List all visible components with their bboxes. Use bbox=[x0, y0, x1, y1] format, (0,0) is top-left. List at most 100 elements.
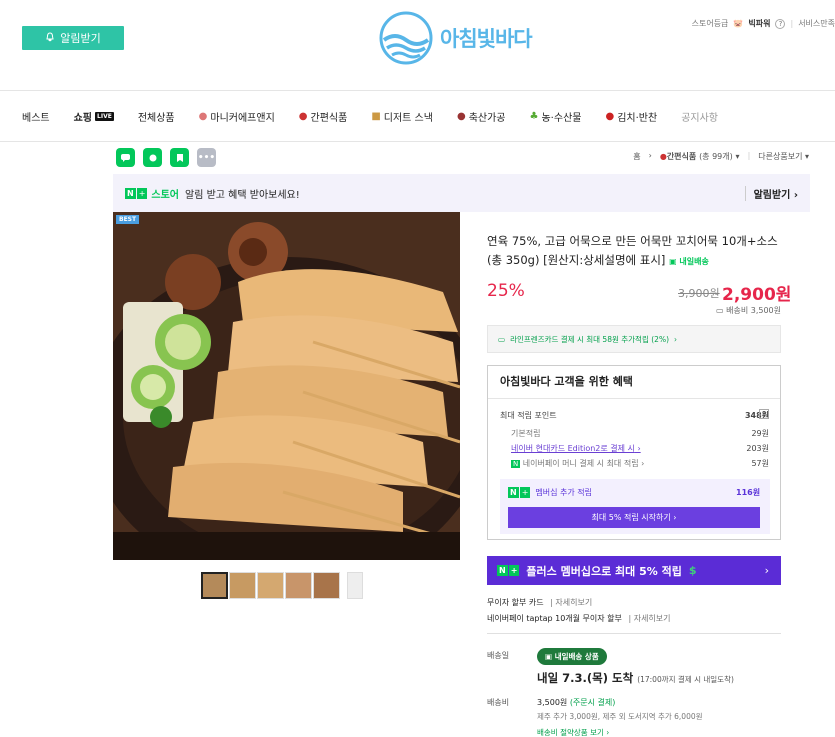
share-bar: ••• bbox=[116, 148, 216, 167]
detail-link[interactable]: | 자세히보기 bbox=[628, 614, 670, 623]
like-icon[interactable] bbox=[143, 148, 162, 167]
shipping-fee: ▭ 배송비 3,500원 bbox=[716, 305, 781, 316]
nav-item-maniker[interactable]: ● 마니커에프앤지 bbox=[199, 109, 275, 124]
nav-item-notice[interactable]: 공지사항 bbox=[681, 109, 718, 124]
discount-rate: 25% bbox=[487, 281, 525, 301]
store-grade: 스토어등급 🐷 빅파워 ? | 서비스만족 bbox=[691, 18, 835, 29]
kimchi-icon: ● bbox=[605, 110, 615, 122]
product-image[interactable] bbox=[113, 212, 460, 560]
help-icon[interactable]: ? bbox=[775, 18, 786, 29]
alert-subscribe-button[interactable]: 알림받기 › bbox=[744, 185, 798, 201]
arrival-note: (17:00까지 결제 시 내일도착) bbox=[637, 675, 734, 684]
grade-icon: 🐷 bbox=[733, 19, 744, 28]
thumbnail[interactable] bbox=[229, 572, 256, 599]
delivery-fee-value: 3,500원 bbox=[537, 698, 568, 707]
help-icon[interactable]: ? bbox=[759, 409, 769, 419]
taptap-row: 네이버페이 taptap 10개월 무이자 할부 | 자세히보기 bbox=[487, 613, 671, 624]
box-icon: ■ bbox=[371, 110, 381, 122]
nav-label: 마니커에프앤지 bbox=[210, 112, 275, 124]
card-benefit-link[interactable]: ▭ 라인프렌즈카드 결제 시 최대 58원 추가적립 (2%) › bbox=[487, 325, 781, 353]
talk-icon[interactable] bbox=[116, 148, 135, 167]
nav-item-shopping-live[interactable]: 쇼핑 LIVE bbox=[74, 109, 114, 124]
naver-plus-icon: N + bbox=[508, 487, 531, 498]
nav-item-farm[interactable]: ♣ 농·수산물 bbox=[530, 109, 582, 124]
naver-plus-icon: N + bbox=[497, 565, 520, 576]
header-divider bbox=[0, 90, 835, 91]
points-value: 57원 bbox=[751, 459, 769, 468]
best-badge: BEST bbox=[116, 215, 140, 224]
breadcrumb-home[interactable]: 홈 bbox=[633, 151, 640, 162]
more-icon[interactable]: ••• bbox=[197, 148, 216, 167]
store-logo[interactable]: 아침빛바다 bbox=[378, 10, 533, 66]
chevron-right-icon: › bbox=[648, 151, 652, 160]
plus-banner-text: 플러스 멤버십으로 최대 5% 적립 bbox=[526, 564, 682, 578]
nav-label: 간편식품 bbox=[310, 112, 348, 124]
notify-button[interactable]: 알림받기 bbox=[22, 26, 124, 50]
other-products-dropdown[interactable]: 다른상품보기 ▾ bbox=[758, 151, 809, 162]
thumbnail[interactable] bbox=[347, 572, 363, 599]
membership-row: N + 멤버십 추가 적립 bbox=[508, 487, 592, 498]
membership-points: 116원 bbox=[736, 488, 761, 497]
shipping-saver-link[interactable]: 배송비 절약상품 보기 › bbox=[537, 727, 609, 737]
nav-label: 농·수산물 bbox=[541, 112, 582, 124]
thumbnail[interactable] bbox=[313, 572, 340, 599]
thumbnail[interactable] bbox=[285, 572, 312, 599]
delivery-fee-label: 배송비 bbox=[487, 698, 510, 707]
live-badge: LIVE bbox=[95, 111, 114, 121]
chicken-icon: ● bbox=[198, 110, 208, 122]
points-value: 29원 bbox=[751, 429, 769, 438]
delivery-fee: 3,500원 (주문시 결제) bbox=[537, 697, 615, 708]
delivery-date-label: 배송일 bbox=[487, 651, 510, 660]
tomorrow-badge-label: 내일배송 상품 bbox=[554, 652, 599, 661]
original-price: 3,900원 bbox=[678, 287, 720, 300]
store-label: 스토어 bbox=[151, 189, 180, 201]
sea-logo-icon bbox=[379, 11, 433, 65]
alert-message: 알림 받고 혜택 받아보세요! bbox=[185, 189, 300, 201]
nav-item-meat[interactable]: ● 축산가공 bbox=[457, 109, 506, 124]
delivery-divider bbox=[487, 633, 781, 634]
nav-item-dessert[interactable]: ■ 디저트 스낵 bbox=[371, 109, 433, 124]
thumbnail-strip bbox=[201, 572, 363, 599]
sale-price: 2,900원 bbox=[722, 285, 792, 305]
detail-link[interactable]: | 자세히보기 bbox=[550, 598, 592, 607]
membership-start-button[interactable]: 최대 5% 적립 시작하기 › bbox=[508, 507, 760, 528]
other-products-label: 다른상품보기 bbox=[758, 152, 803, 161]
tomorrow-tag-label: 내일배송 bbox=[679, 257, 709, 266]
nav-label: 베스트 bbox=[22, 112, 50, 124]
money-icon: $ bbox=[688, 564, 697, 577]
membership-button-label: 최대 5% 적립 시작하기 bbox=[591, 513, 671, 522]
points-link[interactable]: N 네이버페이 머니 결제 시 최대 적립 › bbox=[511, 458, 644, 469]
credit-card-icon: ▭ bbox=[498, 334, 506, 344]
bowl-icon: ● bbox=[298, 110, 308, 122]
thumbnail[interactable] bbox=[257, 572, 284, 599]
product-title: 연육 75%, 고급 어묵으로 만든 어묵만 꼬치어묵 10개+소스 (총 35… bbox=[487, 232, 787, 271]
nav-item-convenience[interactable]: ● 간편식품 bbox=[299, 109, 348, 124]
nav-item-kimchi[interactable]: ● 김치·반찬 bbox=[605, 109, 657, 124]
service-label: 서비스만족 bbox=[798, 19, 835, 28]
thumbnail[interactable] bbox=[201, 572, 228, 599]
nav-label: 김치·반찬 bbox=[617, 112, 658, 124]
nav-item-best[interactable]: 베스트 bbox=[22, 109, 50, 124]
card-benefit-text: 라인프렌즈카드 결제 시 최대 58원 추가적립 (2%) bbox=[510, 334, 669, 344]
store-grade-value: 빅파워 bbox=[748, 19, 771, 28]
detail-link-label: 자세히보기 bbox=[633, 614, 671, 623]
arrival-date: 내일 7.3.(목) 도착 (17:00까지 결제 시 내일도착) bbox=[537, 670, 734, 686]
membership-label: 멤버십 추가 적립 bbox=[535, 488, 593, 497]
category-nav: 베스트 쇼핑 LIVE 전체상품 ● 마니커에프앤지 ● 간편식품 ■ 디저트 스낵 ●… bbox=[0, 92, 835, 140]
points-label: 네이버페이 머니 결제 시 최대 적립 bbox=[522, 459, 639, 468]
product-title-text: 연육 75%, 고급 어묵으로 만든 어묵만 꼬치어묵 10개+소스 (총 35… bbox=[487, 234, 778, 267]
breadcrumb-category[interactable]: ●간편식품 (총 99개) ▾ bbox=[660, 151, 740, 162]
benefit-title: 아침빛바다 고객을 위한 혜택 bbox=[500, 375, 633, 388]
plus-membership-banner[interactable]: N + 플러스 멤버십으로 최대 5% 적립 $ › bbox=[487, 556, 781, 585]
bookmark-icon[interactable] bbox=[170, 148, 189, 167]
breadcrumb: 홈 › ●간편식품 (총 99개) ▾ | 다른상품보기 ▾ bbox=[633, 151, 809, 162]
extra-shipping: 제주 추가 3,000원, 제주 외 도서지역 추가 6,000원 bbox=[537, 712, 703, 721]
naver-pay-icon: N bbox=[511, 460, 521, 468]
nav-item-all[interactable]: 전체상품 bbox=[138, 109, 175, 124]
installment-row: 무이자 할부 카드 | 자세히보기 bbox=[487, 597, 592, 608]
installment-label: 무이자 할부 카드 bbox=[487, 598, 544, 607]
breadcrumb-count: (총 99개) bbox=[699, 152, 733, 161]
points-link[interactable]: 네이버 현대카드 Edition2로 결제 시 › bbox=[511, 443, 641, 454]
notify-label: 알림받기 bbox=[60, 32, 101, 45]
bell-icon bbox=[45, 31, 55, 45]
